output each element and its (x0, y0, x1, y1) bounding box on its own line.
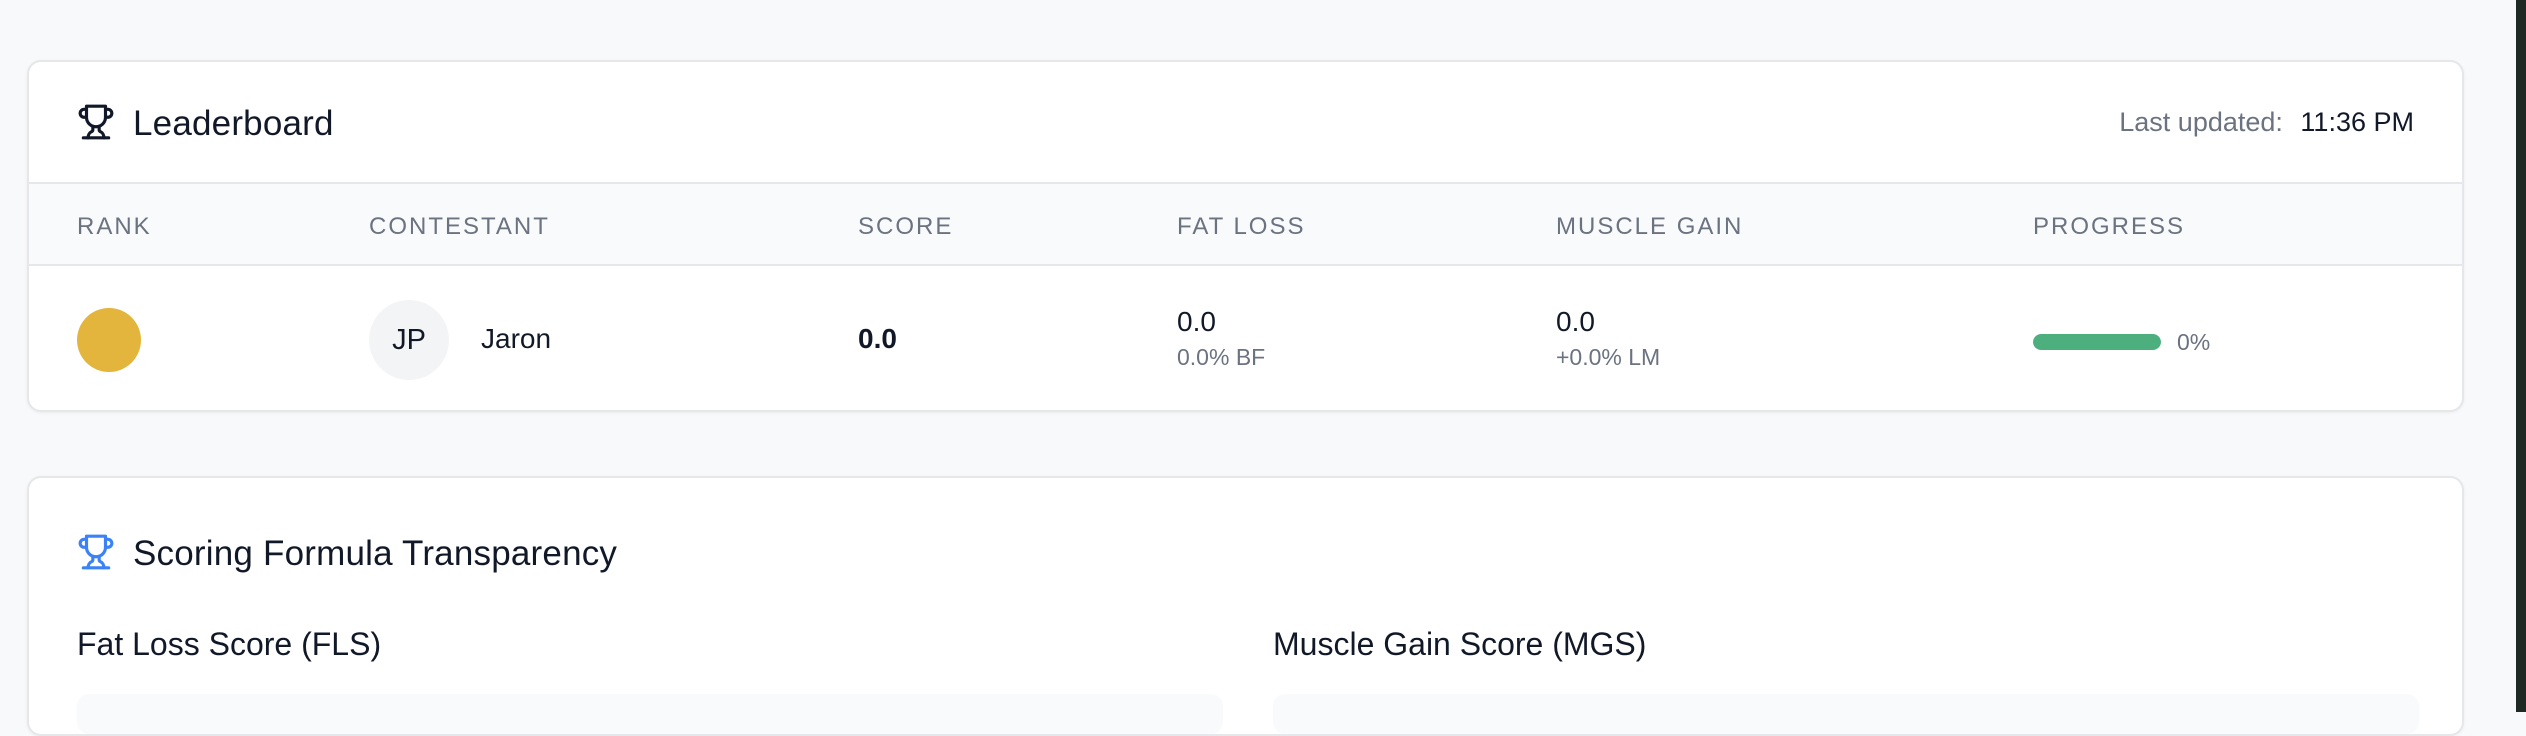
column-header-progress[interactable]: PROGRESS (2033, 213, 2185, 241)
muscle-gain-score-title: Muscle Gain Score (MGS) (1273, 626, 1647, 662)
column-header-muscle-gain[interactable]: MUSCLE GAIN (1556, 213, 1743, 241)
leaderboard-header: Leaderboard Last updated: 11:36 PM (29, 62, 2462, 184)
leaderboard-card: Leaderboard Last updated: 11:36 PM RANK … (27, 60, 2464, 412)
progress-percent: 0% (2177, 329, 2211, 355)
trophy-icon (78, 534, 114, 570)
trophy-icon (78, 104, 114, 140)
column-header-fat-loss[interactable]: FAT LOSS (1177, 213, 1306, 241)
column-header-score[interactable]: SCORE (858, 213, 953, 241)
fat-loss-value: 0.0 (1177, 306, 1216, 337)
window-edge (2516, 0, 2526, 712)
progress-bar-fill (2033, 334, 2161, 350)
muscle-gain-value: 0.0 (1556, 306, 1595, 337)
muscle-gain-subtext: +0.0% LM (1556, 344, 1661, 370)
fat-loss-subtext: 0.0% BF (1177, 344, 1266, 370)
column-header-rank[interactable]: RANK (77, 213, 152, 241)
table-header: RANK CONTESTANT SCORE FAT LOSS MUSCLE GA… (29, 184, 2462, 266)
last-updated: Last updated: 11:36 PM (2119, 107, 2414, 138)
fat-loss-formula-box (77, 694, 1223, 734)
last-updated-label: Last updated: (2119, 107, 2283, 137)
score-value: 0.0 (858, 323, 897, 354)
scoring-card: Scoring Formula Transparency Fat Loss Sc… (27, 476, 2464, 736)
progress-bar (2033, 334, 2161, 350)
table-row[interactable]: JP Jaron 0.0 0.0 0.0% BF 0.0 +0.0% LM 0% (29, 266, 2462, 410)
scoring-title: Scoring Formula Transparency (133, 534, 618, 573)
rank-medal-icon (77, 308, 141, 372)
contestant-name: Jaron (481, 323, 552, 354)
fat-loss-score-title: Fat Loss Score (FLS) (77, 626, 382, 662)
muscle-gain-formula-box (1273, 694, 2419, 734)
avatar: JP (369, 300, 449, 380)
column-header-contestant[interactable]: CONTESTANT (369, 213, 550, 241)
last-updated-time: 11:36 PM (2300, 107, 2414, 137)
leaderboard-title: Leaderboard (133, 104, 334, 143)
